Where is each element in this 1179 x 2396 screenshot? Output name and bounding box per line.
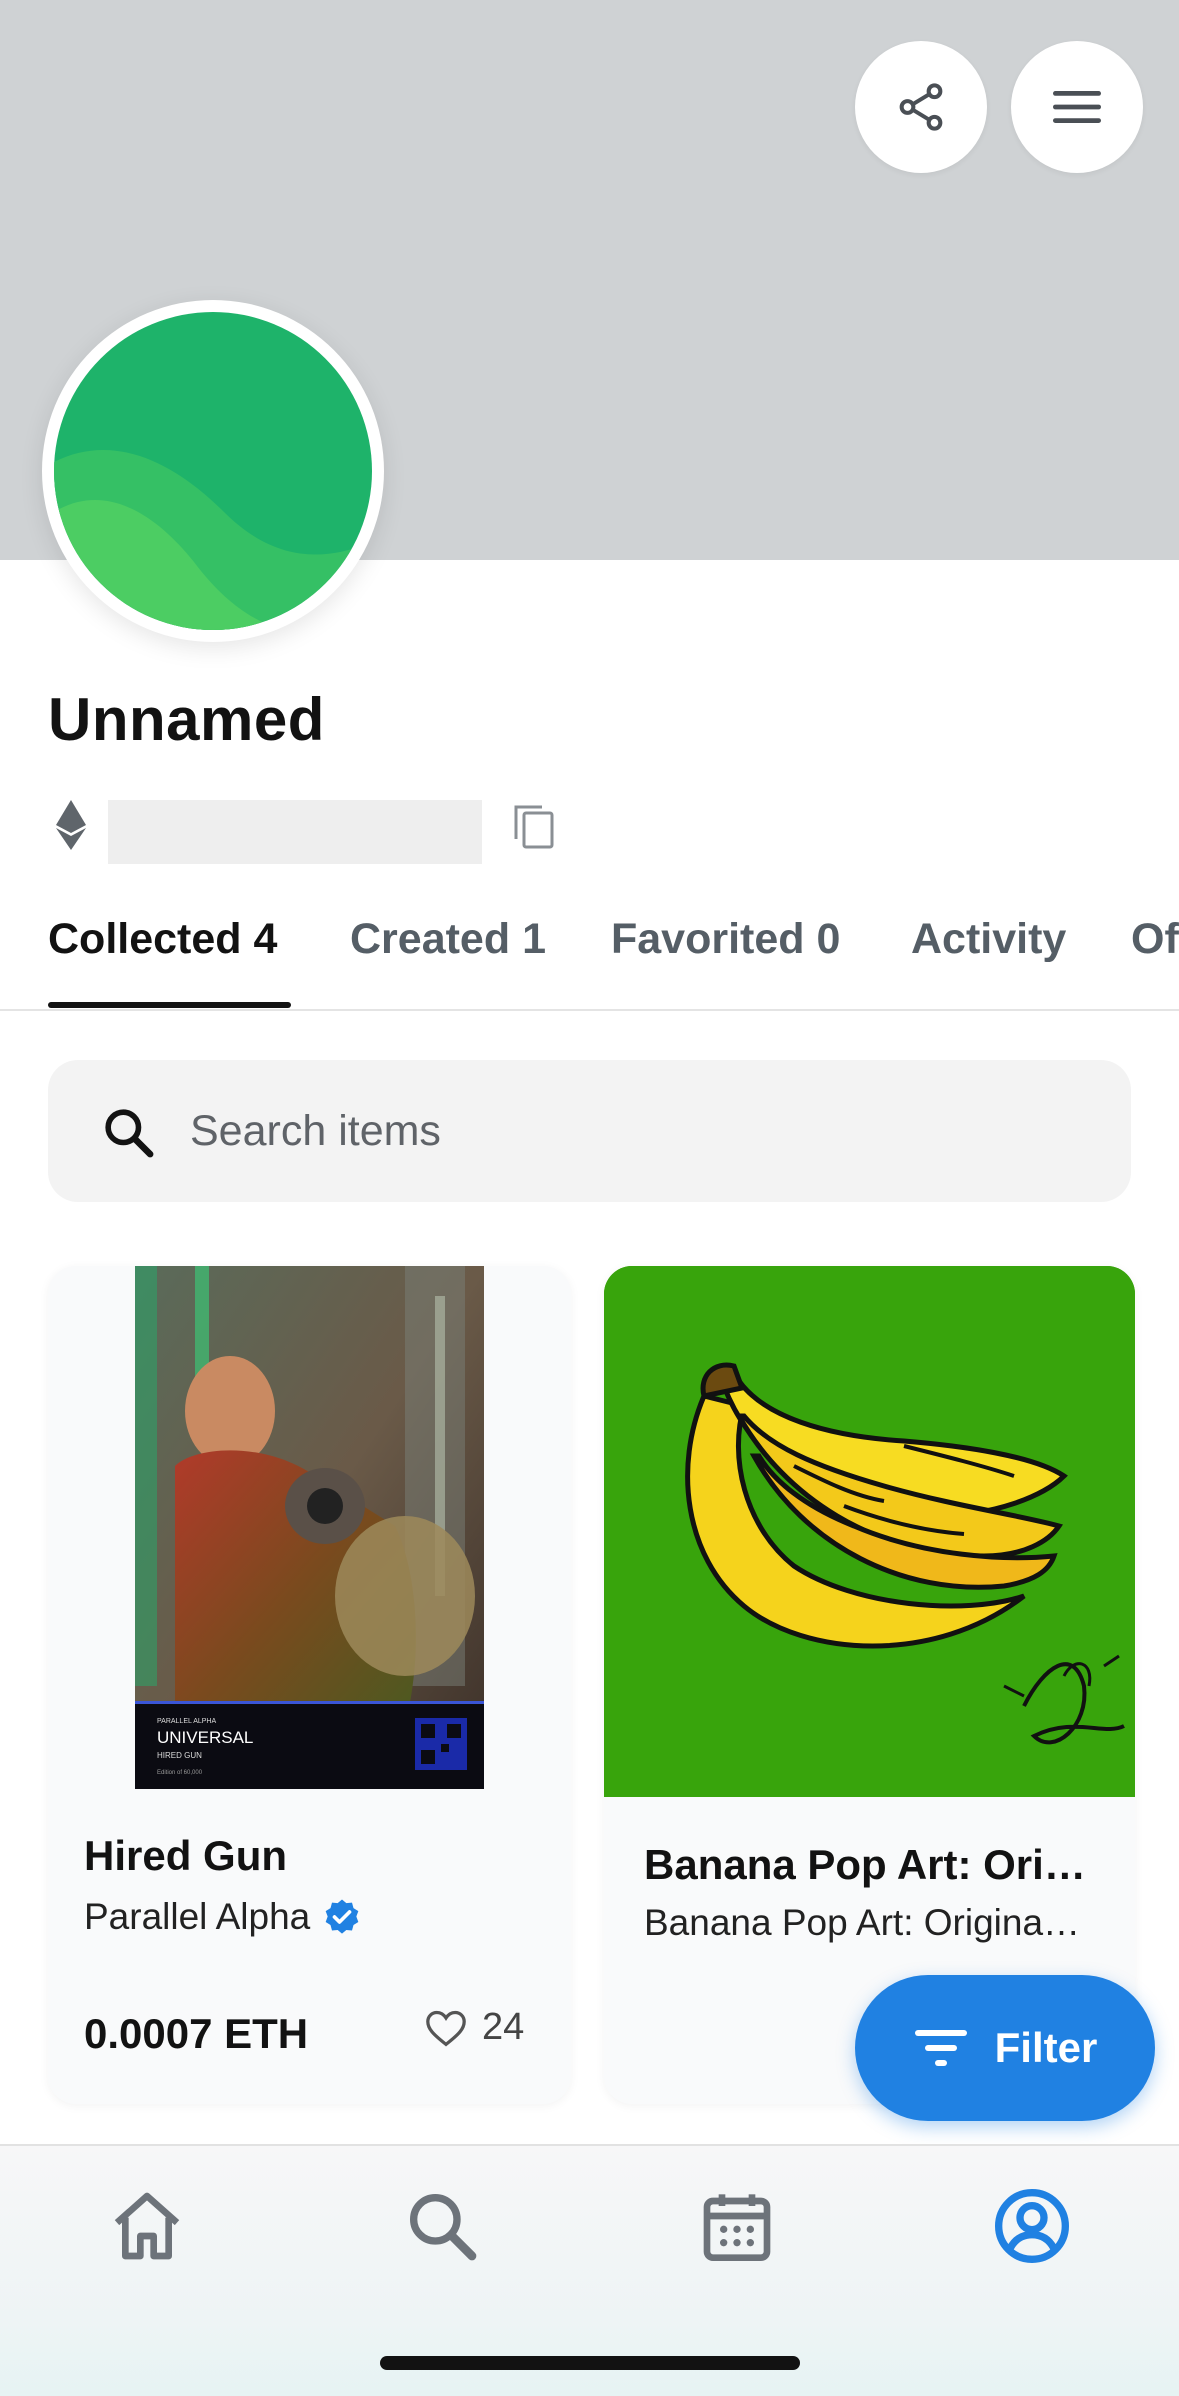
filter-button[interactable]: Filter bbox=[855, 1975, 1155, 2121]
item-collection: Banana Pop Art: Origina… bbox=[644, 1902, 1081, 1943]
verified-badge-icon bbox=[325, 1899, 359, 1934]
item-card[interactable]: PARALLEL ALPHA UNIVERSAL HIRED GUN Editi… bbox=[48, 1266, 571, 2104]
avatar[interactable] bbox=[42, 300, 384, 642]
favorite-button[interactable]: 24 bbox=[424, 2006, 524, 2049]
art-rarity-text: UNIVERSAL bbox=[157, 1728, 253, 1747]
item-title: Banana Pop Art: Ori… bbox=[644, 1841, 1086, 1888]
profile-tabs: Collected 4 Created 1 Favorited 0 Activi… bbox=[0, 905, 1179, 1011]
profile-page: Unnamed Collected 4 Created 1 Favorited … bbox=[0, 0, 1179, 2396]
profile-icon[interactable] bbox=[992, 2186, 1072, 2266]
art-brand-text: PARALLEL ALPHA bbox=[157, 1718, 216, 1725]
search-bar[interactable] bbox=[48, 1060, 1131, 1202]
avatar-image bbox=[54, 312, 372, 630]
home-indicator bbox=[380, 2356, 800, 2370]
tab-collected[interactable]: Collected 4 bbox=[48, 915, 277, 964]
tab-created[interactable]: Created 1 bbox=[350, 915, 546, 964]
hamburger-menu-icon bbox=[1053, 91, 1101, 123]
item-price: 0.0007 ETH bbox=[84, 2010, 309, 2057]
search-icon[interactable] bbox=[402, 2186, 482, 2266]
search-input[interactable] bbox=[190, 1060, 1090, 1202]
tab-offers[interactable]: Of bbox=[1131, 915, 1179, 964]
art-edition-text: Edition of 60,000 bbox=[157, 1770, 203, 1776]
filter-label: Filter bbox=[994, 2024, 1098, 2071]
art-name-text: HIRED GUN bbox=[157, 1751, 202, 1760]
wallet-address bbox=[108, 800, 482, 864]
share-button[interactable] bbox=[855, 41, 987, 173]
share-icon bbox=[899, 83, 943, 131]
profile-name: Unnamed bbox=[48, 686, 325, 753]
menu-button[interactable] bbox=[1011, 41, 1143, 173]
tab-activity[interactable]: Activity bbox=[911, 915, 1066, 964]
filter-icon bbox=[914, 2030, 967, 2066]
copy-icon[interactable] bbox=[512, 803, 556, 851]
tab-favorited[interactable]: Favorited 0 bbox=[611, 915, 840, 964]
item-image bbox=[604, 1266, 1135, 1797]
search-icon bbox=[105, 1109, 154, 1158]
heart-icon bbox=[426, 2010, 466, 2046]
active-tab-indicator bbox=[48, 1002, 291, 1008]
item-image: PARALLEL ALPHA UNIVERSAL HIRED GUN Editi… bbox=[135, 1266, 484, 1789]
home-icon[interactable] bbox=[107, 2186, 187, 2266]
ethereum-icon bbox=[56, 800, 86, 850]
item-collection-row: Parallel Alpha bbox=[84, 1896, 362, 1938]
like-count: 24 bbox=[482, 2006, 525, 2048]
item-title: Hired Gun bbox=[84, 1832, 288, 1879]
calendar-icon[interactable] bbox=[697, 2186, 777, 2266]
item-collection: Parallel Alpha bbox=[84, 1896, 311, 1937]
